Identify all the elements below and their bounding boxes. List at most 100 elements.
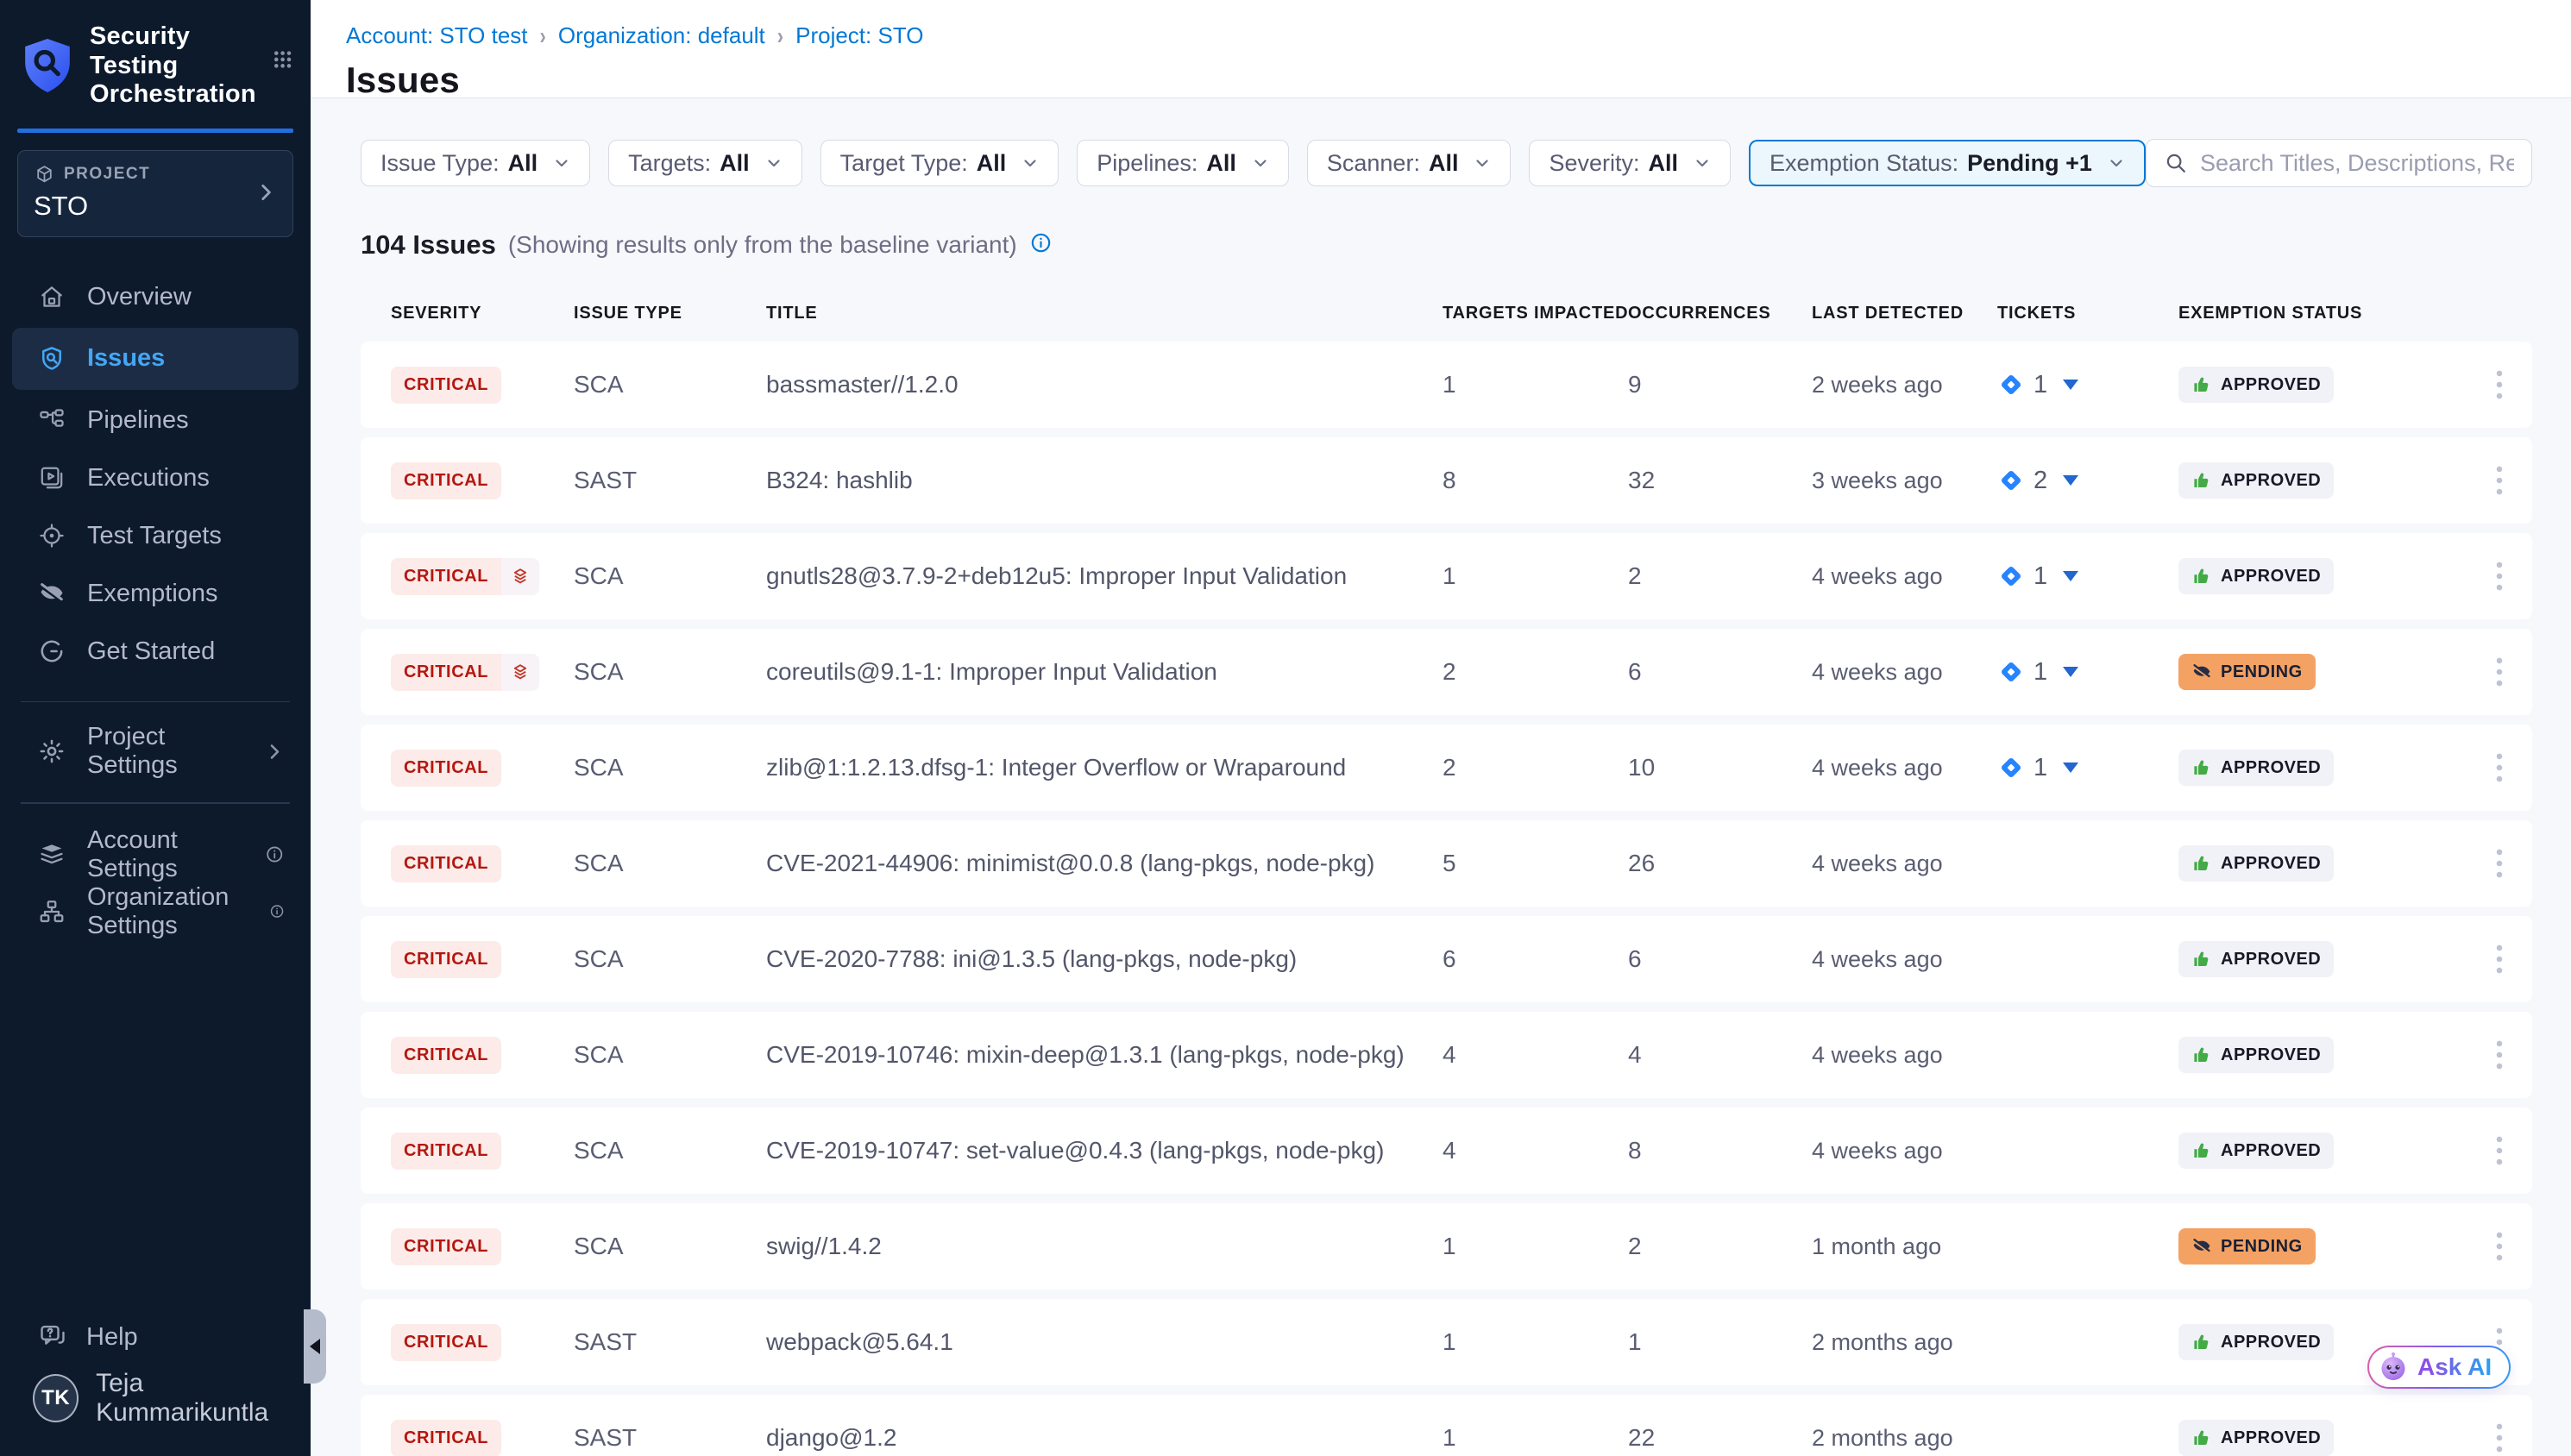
- table-row[interactable]: CRITICAL SCA swig//1.4.2 1 2 1 month ago…: [361, 1203, 2532, 1290]
- severity-label: CRITICAL: [391, 1420, 501, 1456]
- tickets-cell[interactable]: 1: [1997, 754, 2178, 782]
- project-label: PROJECT: [64, 165, 150, 184]
- issue-type: SCA: [574, 371, 766, 399]
- table-row[interactable]: CRITICAL SAST webpack@5.64.1 1 1 2 month…: [361, 1299, 2532, 1385]
- ticket-dropdown-caret[interactable]: [2063, 667, 2078, 677]
- sidebar-item-pipelines[interactable]: Pipelines: [0, 392, 311, 449]
- row-menu-button[interactable]: [2480, 844, 2518, 882]
- exemption-status-badge: APPROVED: [2178, 1133, 2334, 1169]
- filter-value: All: [1649, 150, 1679, 177]
- help-button[interactable]: Help: [0, 1309, 311, 1365]
- sidebar-item-exemptions[interactable]: Exemptions: [0, 565, 311, 623]
- severity-badge: CRITICAL: [391, 1420, 501, 1456]
- sidebar-item-issues[interactable]: Issues: [12, 328, 299, 390]
- table-row[interactable]: CRITICAL SCA CVE-2021-44906: minimist@0.…: [361, 820, 2532, 907]
- exemption-status-badge: APPROVED: [2178, 462, 2334, 499]
- row-menu-button[interactable]: [2480, 1132, 2518, 1170]
- filter-scanner[interactable]: Scanner:All: [1307, 140, 1512, 186]
- info-icon[interactable]: [1029, 231, 1053, 254]
- row-menu-button[interactable]: [2480, 653, 2518, 691]
- sidebar-item-overview[interactable]: Overview: [0, 268, 311, 326]
- column-header-tickets: TICKETS: [1997, 304, 2178, 323]
- occurrences: 6: [1628, 658, 1812, 686]
- tickets-cell[interactable]: 2: [1997, 467, 2178, 495]
- table-row[interactable]: CRITICAL SCA gnutls28@3.7.9-2+deb12u5: I…: [361, 533, 2532, 619]
- project-selector[interactable]: PROJECT STO: [17, 150, 293, 237]
- breadcrumb-link[interactable]: Organization: default: [558, 22, 765, 49]
- occurrences: 9: [1628, 371, 1812, 399]
- tickets-cell[interactable]: 1: [1997, 371, 2178, 399]
- sidebar-item-organization-settings[interactable]: Organization Settings: [0, 883, 311, 940]
- results-summary: 104 Issues (Showing results only from th…: [361, 229, 2532, 260]
- get-started-icon: [38, 637, 66, 665]
- layered-stack-icon: [501, 558, 539, 595]
- search-box[interactable]: [2146, 139, 2532, 187]
- status-label: PENDING: [2221, 1237, 2303, 1257]
- sidebar-collapse-handle[interactable]: [304, 1309, 326, 1384]
- filter-pipelines[interactable]: Pipelines:All: [1077, 140, 1289, 186]
- ticket-count: 1: [2034, 754, 2047, 782]
- breadcrumb-link[interactable]: Project: STO: [795, 22, 923, 49]
- user-menu[interactable]: TK Teja Kummarikuntla: [0, 1365, 311, 1432]
- filter-target-type[interactable]: Target Type:All: [820, 140, 1059, 186]
- ticket-dropdown-caret[interactable]: [2063, 475, 2078, 486]
- status-icon: [2191, 757, 2212, 778]
- table-row[interactable]: CRITICAL SCA zlib@1:1.2.13.dfsg-1: Integ…: [361, 725, 2532, 811]
- severity-badge: CRITICAL: [391, 1133, 501, 1170]
- row-menu-button[interactable]: [2480, 940, 2518, 978]
- severity-label: CRITICAL: [391, 1228, 501, 1265]
- table-row[interactable]: CRITICAL SCA CVE-2019-10747: set-value@0…: [361, 1108, 2532, 1194]
- avatar: TK: [33, 1374, 79, 1422]
- filter-issue-type[interactable]: Issue Type:All: [361, 140, 590, 186]
- filter-targets[interactable]: Targets:All: [608, 140, 802, 186]
- sidebar-item-account-settings[interactable]: Account Settings: [0, 826, 311, 883]
- row-menu-button[interactable]: [2480, 557, 2518, 595]
- sidebar-item-executions[interactable]: Executions: [0, 449, 311, 507]
- row-menu-button[interactable]: [2480, 1419, 2518, 1456]
- chevron-down-icon: [1692, 153, 1713, 173]
- table-row[interactable]: CRITICAL SCA CVE-2020-7788: ini@1.3.5 (l…: [361, 916, 2532, 1002]
- targets-impacted: 1: [1443, 562, 1628, 590]
- table-row[interactable]: CRITICAL SAST B324: hashlib 8 32 3 weeks…: [361, 437, 2532, 524]
- executions-icon: [38, 464, 66, 492]
- ticket-dropdown-caret[interactable]: [2063, 380, 2078, 390]
- table-row[interactable]: CRITICAL SCA coreutils@9.1-1: Improper I…: [361, 629, 2532, 715]
- table-row[interactable]: CRITICAL SCA bassmaster//1.2.0 1 9 2 wee…: [361, 342, 2532, 428]
- table-header: SEVERITYISSUE TYPETITLETARGETS IMPACTEDO…: [361, 304, 2532, 323]
- page-header: Account: STO test›Organization: default›…: [311, 0, 2571, 98]
- breadcrumb: Account: STO test›Organization: default›…: [346, 22, 2532, 49]
- sidebar-item-get-started[interactable]: Get Started: [0, 623, 311, 681]
- ticket-dropdown-caret[interactable]: [2063, 763, 2078, 773]
- tickets-cell[interactable]: 1: [1997, 658, 2178, 687]
- ticket-dropdown-caret[interactable]: [2063, 571, 2078, 581]
- tickets-cell[interactable]: 1: [1997, 562, 2178, 591]
- ask-ai-button[interactable]: Ask AI: [2367, 1346, 2511, 1389]
- table-row[interactable]: CRITICAL SCA CVE-2019-10746: mixin-deep@…: [361, 1012, 2532, 1098]
- filter-value: All: [1429, 150, 1459, 177]
- sidebar-item-label: Organization Settings: [87, 883, 248, 940]
- table-row[interactable]: CRITICAL SAST django@1.2 1 22 2 months a…: [361, 1395, 2532, 1456]
- issue-title: django@1.2: [766, 1424, 1443, 1452]
- row-menu-button[interactable]: [2480, 1036, 2518, 1074]
- issue-title: CVE-2021-44906: minimist@0.0.8 (lang-pkg…: [766, 850, 1443, 877]
- search-input[interactable]: [2200, 150, 2514, 177]
- last-detected: 4 weeks ago: [1812, 1138, 1997, 1164]
- row-menu-button[interactable]: [2480, 366, 2518, 404]
- module-grid-icon[interactable]: [272, 47, 293, 72]
- filter-value: Pending +1: [1967, 150, 2092, 177]
- issue-type: SAST: [574, 1424, 766, 1452]
- sidebar-item-project-settings[interactable]: Project Settings: [0, 723, 311, 780]
- row-menu-button[interactable]: [2480, 1227, 2518, 1265]
- last-detected: 4 weeks ago: [1812, 659, 1997, 686]
- filter-severity[interactable]: Severity:All: [1529, 140, 1731, 186]
- breadcrumb-link[interactable]: Account: STO test: [346, 22, 528, 49]
- overview-icon: [38, 283, 66, 311]
- filter-exemption-status[interactable]: Exemption Status:Pending +1: [1749, 140, 2146, 186]
- status-label: PENDING: [2221, 662, 2303, 682]
- issue-count: 104 Issues: [361, 229, 496, 260]
- row-menu-button[interactable]: [2480, 749, 2518, 787]
- column-header-issue-type: ISSUE TYPE: [574, 304, 766, 323]
- header-accent-rule: [17, 129, 293, 133]
- sidebar-item-test-targets[interactable]: Test Targets: [0, 507, 311, 565]
- row-menu-button[interactable]: [2480, 461, 2518, 499]
